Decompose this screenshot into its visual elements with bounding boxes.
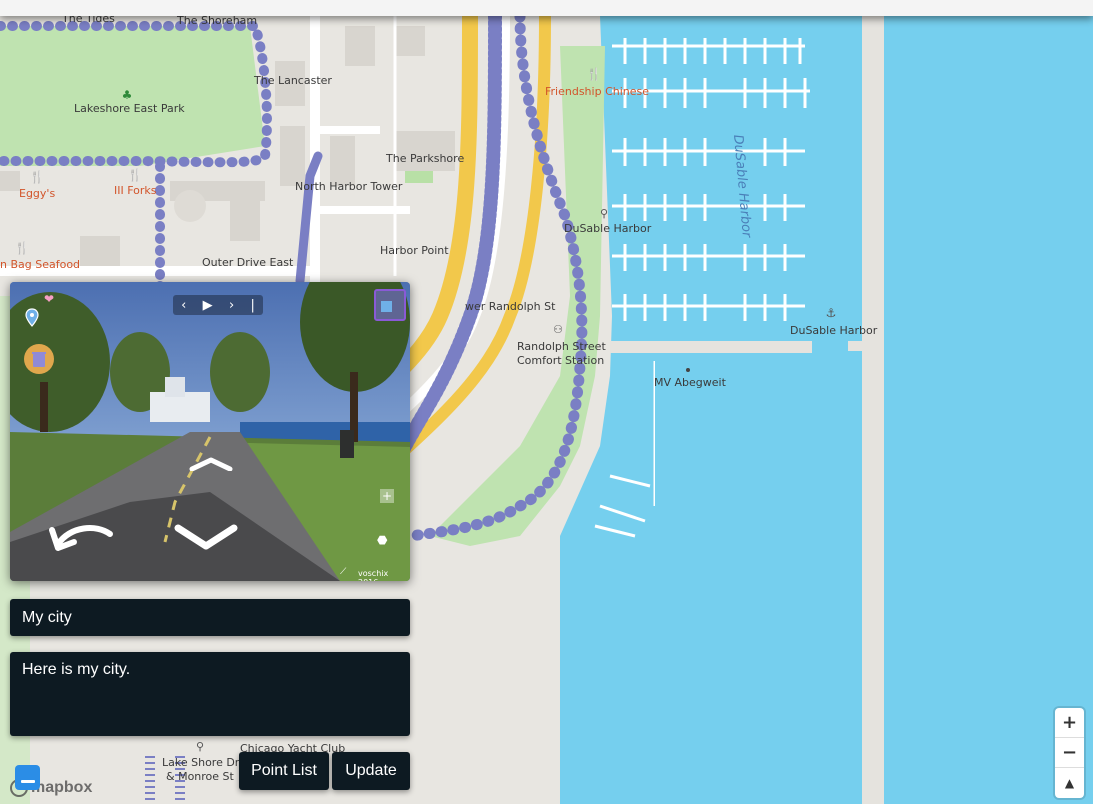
trash-icon[interactable] xyxy=(24,344,54,374)
map-label-randolph-comfort-1: Randolph Street xyxy=(517,340,606,353)
harbor-breakwater xyxy=(862,16,884,804)
map-label-north-harbor-tower: North Harbor Tower xyxy=(295,180,403,193)
title-input[interactable]: My city xyxy=(10,599,410,636)
prev-icon[interactable]: ‹ xyxy=(181,298,186,313)
compass-reset-button[interactable]: ▲ xyxy=(1055,768,1084,797)
plus-icon[interactable]: + xyxy=(380,489,394,503)
map-label-bag-seafood: n Bag Seafood xyxy=(0,258,81,271)
map-label-dusable-harbor-anchor: DuSable Harbor xyxy=(790,324,878,337)
map-label-friendship-chinese: Friendship Chinese xyxy=(545,85,650,98)
restaurant-icon: 🍴 xyxy=(14,241,30,255)
image-credit: voschix 2016 xyxy=(358,569,389,581)
top-bar xyxy=(0,0,1093,16)
map-label-outer-drive-east: Outer Drive East xyxy=(202,256,294,269)
playback-controls: ‹ ▶ › | xyxy=(173,295,263,315)
toilets-icon: ⚇ xyxy=(553,322,563,336)
map-label-randolph-comfort-2: Comfort Station xyxy=(517,354,605,367)
map-pin-icon[interactable] xyxy=(24,308,40,332)
fullscreen-icon[interactable] xyxy=(374,289,406,321)
street-view-viewer[interactable]: ❤ ‹ ▶ › | + ⬣ ⟋ voschix 2016 xyxy=(10,282,410,581)
next-icon[interactable]: › xyxy=(229,298,234,313)
map-label-mv-abegweit: MV Abegweit xyxy=(654,376,726,389)
bike-icon: ⚲ xyxy=(195,739,205,753)
down-chevron-icon[interactable] xyxy=(172,522,240,556)
point-list-button[interactable]: Point List xyxy=(239,752,329,790)
compass-icon[interactable]: ⬣ xyxy=(377,533,387,547)
bike-icon: ⚲ xyxy=(599,206,609,220)
play-icon[interactable]: ▶ xyxy=(203,298,213,313)
map-label-randolph-st-road: wer Randolph St xyxy=(465,300,556,313)
map-label-eggys: Eggy's xyxy=(19,187,56,200)
description-textarea[interactable]: Here is my city. xyxy=(10,652,410,736)
map-label-lake-shore-dr-1: Lake Shore Dr xyxy=(162,756,240,769)
heart-icon[interactable]: ❤ xyxy=(44,292,54,306)
forward-chevron-icon[interactable] xyxy=(188,456,234,475)
restaurant-icon: 🍴 xyxy=(127,168,143,182)
zoom-controls: + − ▲ xyxy=(1055,708,1084,798)
map-label-lakeshore-east-park: Lakeshore East Park xyxy=(74,102,185,115)
map-label-the-lancaster: The Lancaster xyxy=(254,74,332,87)
zoom-in-button[interactable]: + xyxy=(1055,708,1084,738)
camera-icon: ⟋ xyxy=(340,567,347,577)
anchor-icon: ⚓ xyxy=(825,306,837,320)
park-tree-icon: ♣ xyxy=(121,88,133,102)
restaurant-icon: 🍴 xyxy=(29,170,45,184)
map-label-iii-forks: III Forks xyxy=(114,184,157,197)
mapbox-logo-text: mapbox xyxy=(31,779,93,796)
update-button[interactable]: Update xyxy=(332,752,410,790)
map-label-dusable-harbor-bike: DuSable Harbor xyxy=(564,222,652,235)
poi-dot xyxy=(686,368,690,372)
end-icon[interactable]: | xyxy=(250,298,254,313)
map-label-the-parkshore: The Parkshore xyxy=(386,152,465,165)
restaurant-icon: 🍴 xyxy=(586,67,602,81)
map-label-harbor-point: Harbor Point xyxy=(380,244,449,257)
map-label-lake-shore-dr-2: & Monroe St xyxy=(166,770,234,783)
minimize-icon[interactable] xyxy=(15,765,40,790)
back-arrow-icon[interactable] xyxy=(46,520,116,560)
zoom-out-button[interactable]: − xyxy=(1055,738,1084,768)
